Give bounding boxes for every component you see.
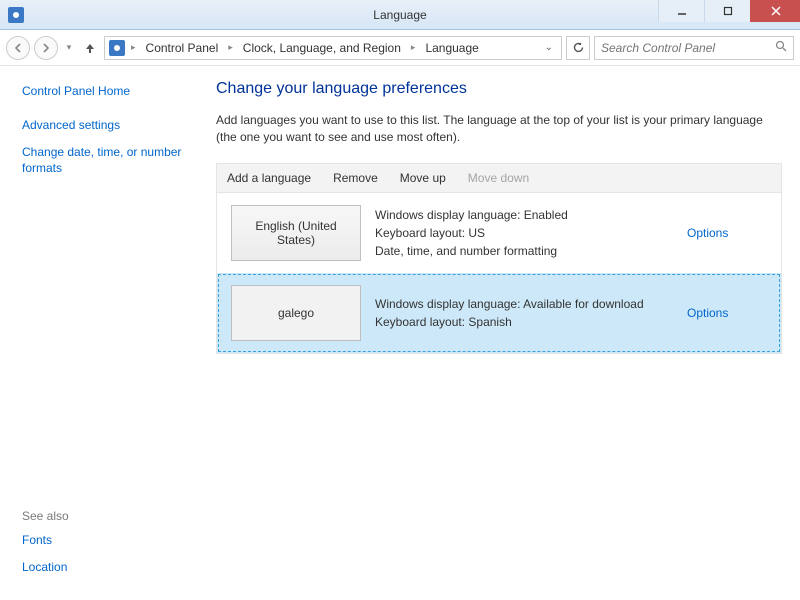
refresh-icon [572,41,585,54]
main-panel: Change your language preferences Add lan… [210,66,800,600]
chevron-right-icon: ▸ [129,42,138,53]
breadcrumb[interactable]: Clock, Language, and Region [239,39,405,57]
page-heading: Change your language preferences [216,80,782,98]
breadcrumb[interactable]: Language [421,39,482,57]
nav-bar: ▾ ▸ Control Panel ▸ Clock, Language, and… [0,30,800,66]
control-panel-home-link[interactable]: Control Panel Home [22,84,198,100]
address-bar[interactable]: ▸ Control Panel ▸ Clock, Language, and R… [104,36,562,60]
search-box[interactable] [594,36,794,60]
arrow-up-icon [84,42,96,54]
maximize-button[interactable] [704,0,750,22]
language-options-link[interactable]: Options [687,226,728,240]
language-detail-line: Keyboard layout: US [375,224,673,242]
add-language-button[interactable]: Add a language [227,171,311,185]
close-icon [771,6,781,16]
control-panel-icon [109,40,125,56]
language-detail-line: Windows display language: Enabled [375,206,673,224]
search-icon [775,40,787,55]
language-details: Windows display language: Enabled Keyboa… [375,205,673,261]
search-input[interactable] [601,41,775,55]
language-options-link[interactable]: Options [687,306,728,320]
refresh-button[interactable] [566,36,590,60]
language-options-cell: Options [687,205,767,261]
language-details: Windows display language: Available for … [375,285,673,341]
sidebar-link-advanced[interactable]: Advanced settings [22,118,198,134]
language-detail-line: Windows display language: Available for … [375,295,673,313]
arrow-right-icon [41,43,51,53]
sidebar-link-dateformats[interactable]: Change date, time, or number formats [22,145,198,176]
language-row[interactable]: English (United States) Windows display … [217,193,781,273]
address-dropdown-icon[interactable]: ⌄ [541,42,557,53]
language-toolbar: Add a language Remove Move up Move down [216,163,782,193]
chevron-right-icon: ▸ [409,42,418,53]
breadcrumb[interactable]: Control Panel [142,39,223,57]
language-list: English (United States) Windows display … [216,193,782,354]
forward-button[interactable] [34,36,58,60]
move-down-button: Move down [468,171,529,185]
minimize-button[interactable] [658,0,704,22]
maximize-icon [723,6,733,16]
language-row[interactable]: galego Windows display language: Availab… [217,273,781,353]
minimize-icon [677,6,687,16]
content-area: Control Panel Home Advanced settings Cha… [0,66,800,600]
see-also-fonts[interactable]: Fonts [22,533,198,549]
back-button[interactable] [6,36,30,60]
arrow-left-icon [13,43,23,53]
language-name-box: English (United States) [231,205,361,261]
language-name-box: galego [231,285,361,341]
window-controls [658,0,800,29]
chevron-right-icon: ▸ [226,42,235,53]
see-also-location[interactable]: Location [22,560,198,576]
history-dropdown[interactable]: ▾ [62,41,76,55]
page-description: Add languages you want to use to this li… [216,112,776,147]
language-detail-line: Keyboard layout: Spanish [375,313,673,331]
up-button[interactable] [80,38,100,58]
sidebar: Control Panel Home Advanced settings Cha… [0,66,210,600]
title-bar: Language [0,0,800,30]
remove-language-button[interactable]: Remove [333,171,378,185]
move-up-button[interactable]: Move up [400,171,446,185]
language-options-cell: Options [687,285,767,341]
language-detail-line: Date, time, and number formatting [375,242,673,260]
close-button[interactable] [750,0,800,22]
app-icon [8,7,24,23]
see-also-header: See also [22,509,198,523]
